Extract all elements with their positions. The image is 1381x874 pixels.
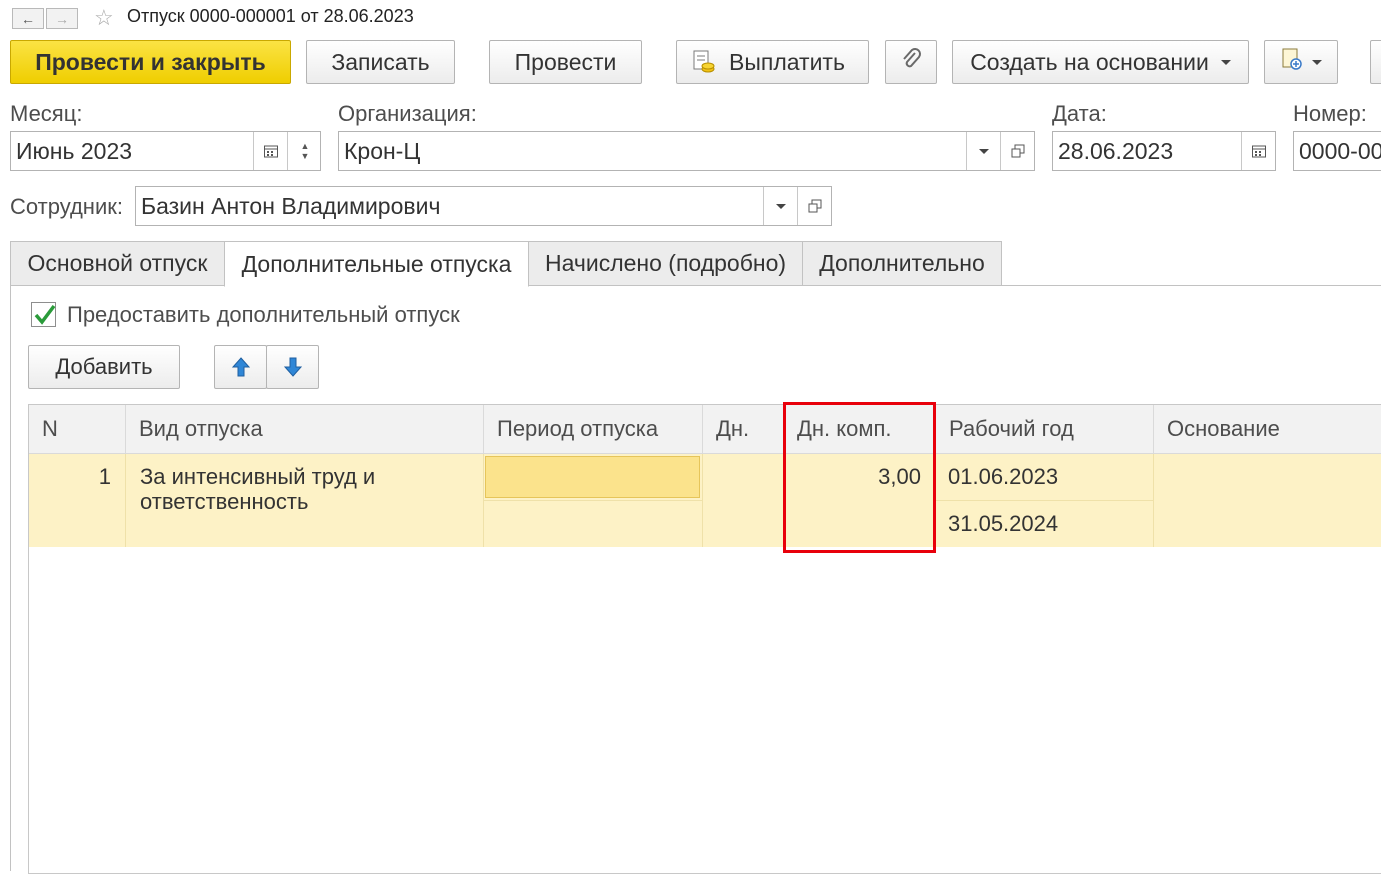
save-button[interactable]: Записать: [306, 40, 455, 84]
open-icon[interactable]: [1000, 132, 1035, 170]
organization-label: Организация:: [338, 101, 477, 126]
employee-field[interactable]: Базин Антон Владимирович: [135, 186, 832, 226]
create-based-on-button[interactable]: Создать на основании: [952, 40, 1249, 84]
table-row[interactable]: 1 За интенсивный труд и ответственность …: [29, 454, 1381, 547]
column-header-period[interactable]: Период отпуска: [484, 405, 703, 453]
calendar-icon[interactable]: [1241, 132, 1276, 170]
arrow-up-icon: [231, 357, 250, 377]
tab-main-vacation[interactable]: Основной отпуск: [10, 241, 225, 286]
row-number: 1: [29, 454, 126, 547]
dropdown-icon[interactable]: [966, 132, 1001, 170]
tab-additional-vacations[interactable]: Дополнительные отпуска: [224, 241, 529, 287]
employee-value: Базин Антон Владимирович: [141, 193, 441, 219]
organization-field[interactable]: Крон-Ц: [338, 131, 1035, 171]
work-year-start: 01.06.2023: [948, 464, 1059, 489]
attach-button[interactable]: [885, 40, 937, 84]
organization-value: Крон-Ц: [344, 138, 421, 164]
date-field[interactable]: 28.06.2023: [1052, 131, 1276, 171]
provide-additional-label[interactable]: Предоставить дополнительный отпуск: [67, 302, 460, 328]
spin-buttons[interactable]: ▲ ▼: [287, 132, 322, 170]
days-cell[interactable]: [703, 454, 784, 547]
post-and-close-button[interactable]: Провести и закрыть: [10, 40, 291, 84]
number-label: Номер:: [1293, 101, 1367, 126]
pay-button-label: Выплатить: [729, 48, 845, 75]
column-header-n[interactable]: N: [29, 405, 126, 453]
column-header-work-year[interactable]: Рабочий год: [936, 405, 1154, 453]
column-header-basis[interactable]: Основание: [1154, 405, 1381, 453]
chevron-down-icon: [1312, 59, 1322, 65]
calendar-icon[interactable]: [253, 132, 288, 170]
vacation-kind-cell[interactable]: За интенсивный труд и ответственность: [126, 454, 484, 547]
document-coins-icon: [693, 50, 715, 74]
back-button[interactable]: ←: [12, 8, 44, 29]
chevron-down-icon: [1220, 59, 1231, 65]
print-menu-button[interactable]: [1264, 40, 1338, 84]
paperclip-icon: [900, 47, 922, 77]
tab-additional[interactable]: Дополнительно: [802, 241, 1002, 286]
dropdown-icon[interactable]: [763, 187, 798, 225]
checkmark-icon: [34, 304, 56, 325]
column-header-days[interactable]: Дн.: [703, 405, 784, 453]
create-based-on-label: Создать на основании: [970, 48, 1209, 75]
add-button[interactable]: Добавить: [28, 345, 180, 389]
document-add-icon: [1280, 47, 1304, 77]
arrow-down-icon: [283, 357, 302, 377]
vacation-kind-line1: За интенсивный труд и: [140, 464, 376, 489]
month-value: Июнь 2023: [16, 138, 133, 164]
number-field[interactable]: 0000-00: [1293, 131, 1381, 171]
number-value: 0000-00: [1299, 138, 1381, 164]
table-header: N Вид отпуска Период отпуска Дн. Дн. ком…: [29, 405, 1381, 454]
pay-button[interactable]: Выплатить: [676, 40, 869, 84]
favorite-star-icon[interactable]: ☆: [94, 5, 114, 31]
panel-left-border: [10, 286, 11, 871]
work-year-cell[interactable]: 01.06.2023 31.05.2024: [936, 454, 1154, 547]
comp-days-highlight-frame: [783, 402, 936, 553]
tab-accrued-detailed[interactable]: Начислено (подробно): [528, 241, 803, 286]
forward-button[interactable]: →: [46, 8, 78, 29]
move-down-button[interactable]: [266, 345, 319, 389]
more-button[interactable]: [1370, 40, 1381, 84]
window-title: Отпуск 0000-000001 от 28.06.2023: [127, 6, 414, 26]
vacation-kind-line2: ответственность: [140, 489, 309, 514]
date-value: 28.06.2023: [1058, 138, 1174, 164]
post-button[interactable]: Провести: [489, 40, 642, 84]
month-label: Месяц:: [10, 101, 83, 126]
month-field[interactable]: Июнь 2023 ▲ ▼: [10, 131, 321, 171]
employee-label: Сотрудник:: [10, 194, 123, 219]
column-header-kind[interactable]: Вид отпуска: [126, 405, 484, 453]
vacation-period-cell[interactable]: [484, 454, 703, 547]
spin-down-icon[interactable]: ▼: [301, 151, 310, 161]
spin-up-icon[interactable]: ▲: [301, 141, 310, 151]
basis-cell[interactable]: [1154, 454, 1381, 547]
vacation-period-start-input[interactable]: [485, 456, 700, 498]
move-up-button[interactable]: [214, 345, 267, 389]
date-label: Дата:: [1052, 101, 1107, 126]
open-icon[interactable]: [797, 187, 832, 225]
vacations-table[interactable]: N Вид отпуска Период отпуска Дн. Дн. ком…: [28, 404, 1381, 874]
work-year-end: 31.05.2024: [948, 511, 1059, 536]
provide-additional-checkbox[interactable]: [31, 302, 56, 327]
